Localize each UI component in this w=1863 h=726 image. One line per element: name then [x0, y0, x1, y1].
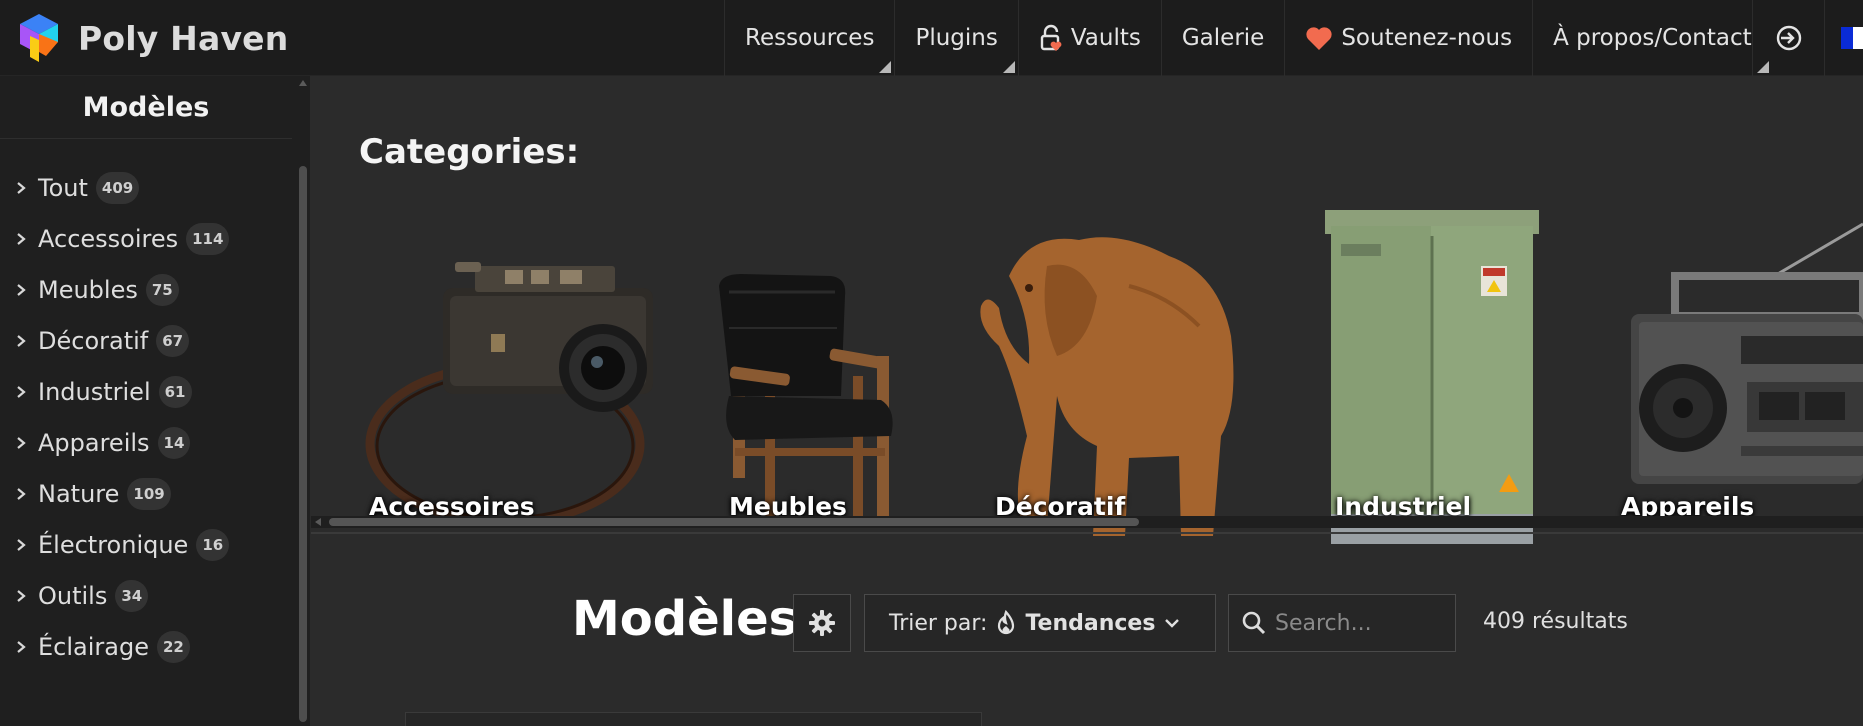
sidebar-scrollbar[interactable]	[296, 76, 310, 726]
count-badge: 16	[196, 528, 230, 561]
sidebar-item-label: Meubles	[38, 275, 138, 304]
nav-item-label: Ressources	[745, 25, 875, 51]
sort-value: Tendances	[1025, 610, 1156, 636]
search-input[interactable]	[1275, 610, 1445, 636]
nav-item-label: Soutenez-nous	[1341, 25, 1513, 51]
nav-item-plugins[interactable]: Plugins	[894, 0, 1017, 76]
sidebar-item-label: Nature	[38, 479, 120, 508]
count-badge: 34	[115, 579, 149, 612]
sort-dropdown[interactable]: Trier par: Tendances	[864, 594, 1216, 652]
nav-item-label: Plugins	[915, 25, 998, 51]
login-button[interactable]	[1752, 0, 1824, 76]
chevron-right-icon	[17, 589, 26, 602]
count-badge: 109	[127, 477, 171, 510]
section-divider	[311, 532, 1863, 534]
chevron-right-icon	[17, 283, 26, 296]
nav-item-ressources[interactable]: Ressources	[724, 0, 894, 76]
count-badge: 61	[158, 375, 192, 408]
nav-item-label: Galerie	[1181, 25, 1265, 51]
dropdown-corner-icon	[1002, 61, 1015, 73]
scrollbar-thumb[interactable]	[329, 518, 1139, 526]
count-badge: 75	[145, 273, 179, 306]
chevron-right-icon	[17, 385, 26, 398]
sidebar-item-label: Outils	[38, 581, 108, 610]
sidebar-category-list: Tout 409 Accessoires 114 Meubles 75 Déco…	[0, 162, 292, 672]
count-badge: 114	[186, 222, 230, 255]
sidebar-item-accessoires[interactable]: Accessoires 114	[0, 213, 292, 264]
categories-scrollbar[interactable]	[311, 516, 1863, 528]
nav-item-soutenez-nous[interactable]: Soutenez-nous	[1284, 0, 1532, 76]
scroll-left-arrow-icon[interactable]	[315, 518, 321, 526]
scroll-up-arrow-icon[interactable]	[299, 80, 307, 86]
sidebar-item-label: Industriel	[38, 377, 151, 406]
login-icon	[1776, 25, 1801, 51]
page-title: Modèles	[572, 591, 798, 647]
brand-name: Poly Haven	[78, 18, 289, 58]
category-card-meubles[interactable]: Meubles	[711, 196, 961, 556]
settings-button[interactable]	[793, 594, 851, 652]
chevron-right-icon	[17, 232, 26, 245]
sidebar-item-tout[interactable]: Tout 409	[0, 162, 292, 213]
count-badge: 409	[95, 171, 140, 204]
sidebar-item-label: Éclairage	[38, 632, 149, 661]
results-count: 409 résultats	[1483, 609, 1628, 634]
chevron-right-icon	[17, 436, 26, 449]
categories-title: Categories:	[359, 132, 580, 172]
category-card-appareils[interactable]: Appareils	[1591, 196, 1863, 556]
sidebar-item-appareils[interactable]: Appareils 14	[0, 417, 292, 468]
sidebar-item-outils[interactable]: Outils 34	[0, 570, 292, 621]
chevron-right-icon	[17, 181, 26, 194]
sort-label: Trier par:	[889, 610, 988, 636]
count-badge: 22	[156, 630, 190, 663]
count-badge: 14	[157, 426, 191, 459]
sidebar-item-nature[interactable]: Nature 109	[0, 468, 292, 519]
lock-heart-icon	[1039, 24, 1063, 52]
sidebar-item-eclairage[interactable]: Éclairage 22	[0, 621, 292, 672]
main-content: Categories: Accessoires Meubles Décorati…	[311, 76, 1863, 726]
category-card-accessoires[interactable]: Accessoires	[355, 196, 655, 556]
sidebar-item-electronique[interactable]: Électronique 16	[0, 519, 292, 570]
chevron-down-icon	[1165, 619, 1180, 628]
nav-item-label: Vaults	[1070, 25, 1141, 51]
nav-item-label: À propos/Contact	[1553, 25, 1752, 51]
flame-icon	[998, 610, 1015, 635]
language-selector[interactable]	[1824, 0, 1863, 76]
sidebar-item-decoratif[interactable]: Décoratif 67	[0, 315, 292, 366]
flag-fr-icon	[1841, 27, 1863, 49]
sidebar-item-meubles[interactable]: Meubles 75	[0, 264, 292, 315]
sidebar-item-industriel[interactable]: Industriel 61	[0, 366, 292, 417]
heart-icon	[1305, 25, 1333, 51]
search-icon	[1242, 611, 1266, 635]
sidebar-item-label: Appareils	[38, 428, 150, 457]
chevron-right-icon	[17, 640, 26, 653]
nav-item-galerie[interactable]: Galerie	[1160, 0, 1284, 76]
chevron-right-icon	[17, 538, 26, 551]
main-nav: Ressources Plugins Vaults Galerie Souten…	[724, 0, 1772, 76]
brand[interactable]: Poly Haven	[18, 10, 288, 66]
sidebar: Modèles Tout 409 Accessoires 114 Meubles…	[0, 76, 310, 726]
sidebar-item-label: Décoratif	[38, 326, 149, 355]
nav-item-a-propos-contact[interactable]: À propos/Contact	[1532, 0, 1772, 76]
sidebar-item-label: Électronique	[38, 530, 189, 559]
top-navbar: Poly Haven Ressources Plugins Vaults Gal…	[0, 0, 1863, 76]
count-badge: 67	[156, 324, 190, 357]
nav-item-vaults[interactable]: Vaults	[1017, 0, 1161, 76]
sidebar-title: Modèles	[0, 76, 292, 139]
category-card-decoratif[interactable]: Décoratif	[969, 196, 1254, 556]
scrollbar-thumb[interactable]	[299, 166, 307, 722]
gear-icon	[809, 610, 835, 636]
sidebar-item-label: Tout	[38, 173, 88, 202]
dropdown-corner-icon	[879, 61, 892, 73]
chevron-right-icon	[17, 487, 26, 500]
model-card[interactable]	[405, 712, 982, 726]
poly-haven-logo-icon	[20, 14, 58, 62]
search-box[interactable]	[1228, 594, 1456, 652]
sidebar-item-label: Accessoires	[38, 224, 179, 253]
category-card-industriel[interactable]: Industriel	[1311, 196, 1551, 556]
chevron-right-icon	[17, 334, 26, 347]
